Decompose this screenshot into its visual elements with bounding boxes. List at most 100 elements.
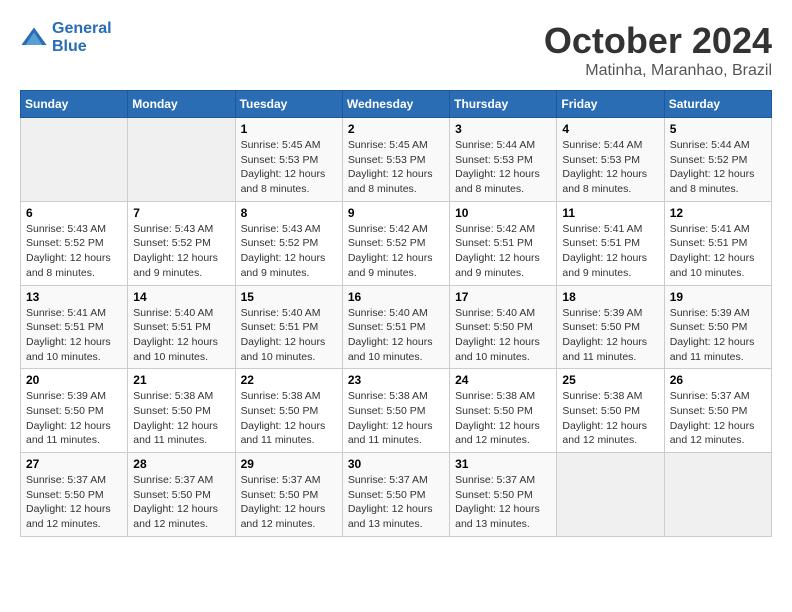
day-number: 3 [455,122,551,136]
calendar-cell: 1 Sunrise: 5:45 AM Sunset: 5:53 PM Daylig… [235,118,342,202]
calendar-cell: 9 Sunrise: 5:42 AM Sunset: 5:52 PM Daylig… [342,201,449,285]
day-number: 29 [241,457,337,471]
day-number: 25 [562,373,658,387]
calendar-cell: 25 Sunrise: 5:38 AM Sunset: 5:50 PM Dayli… [557,369,664,453]
calendar-cell: 22 Sunrise: 5:38 AM Sunset: 5:50 PM Dayli… [235,369,342,453]
month-title: October 2024 [544,20,772,62]
day-info: Sunrise: 5:38 AM Sunset: 5:50 PM Dayligh… [241,389,337,448]
calendar-cell: 17 Sunrise: 5:40 AM Sunset: 5:50 PM Dayli… [450,285,557,369]
day-number: 7 [133,206,229,220]
logo: General Blue [20,20,112,56]
weekday-header: Friday [557,91,664,118]
calendar-week-row: 1 Sunrise: 5:45 AM Sunset: 5:53 PM Daylig… [21,118,772,202]
calendar-cell: 21 Sunrise: 5:38 AM Sunset: 5:50 PM Dayli… [128,369,235,453]
calendar-cell: 24 Sunrise: 5:38 AM Sunset: 5:50 PM Dayli… [450,369,557,453]
calendar-cell: 3 Sunrise: 5:44 AM Sunset: 5:53 PM Daylig… [450,118,557,202]
calendar-cell: 10 Sunrise: 5:42 AM Sunset: 5:51 PM Dayli… [450,201,557,285]
day-info: Sunrise: 5:37 AM Sunset: 5:50 PM Dayligh… [455,473,551,532]
day-number: 2 [348,122,444,136]
day-info: Sunrise: 5:38 AM Sunset: 5:50 PM Dayligh… [348,389,444,448]
day-info: Sunrise: 5:45 AM Sunset: 5:53 PM Dayligh… [241,138,337,197]
calendar-cell [21,118,128,202]
day-info: Sunrise: 5:41 AM Sunset: 5:51 PM Dayligh… [562,222,658,281]
calendar-cell: 12Sunrise: 5:41 AM Sunset: 5:51 PM Dayli… [664,201,771,285]
day-number: 18 [562,290,658,304]
day-number: 31 [455,457,551,471]
weekday-header: Sunday [21,91,128,118]
day-info: Sunrise: 5:37 AM Sunset: 5:50 PM Dayligh… [241,473,337,532]
day-number: 26 [670,373,766,387]
day-number: 1 [241,122,337,136]
day-info: Sunrise: 5:38 AM Sunset: 5:50 PM Dayligh… [455,389,551,448]
day-info: Sunrise: 5:42 AM Sunset: 5:52 PM Dayligh… [348,222,444,281]
calendar-cell [664,453,771,537]
calendar-cell: 23Sunrise: 5:38 AM Sunset: 5:50 PM Dayli… [342,369,449,453]
calendar-cell: 14 Sunrise: 5:40 AM Sunset: 5:51 PM Dayli… [128,285,235,369]
day-number: 19 [670,290,766,304]
day-info: Sunrise: 5:40 AM Sunset: 5:51 PM Dayligh… [133,306,229,365]
weekday-header: Wednesday [342,91,449,118]
day-number: 21 [133,373,229,387]
calendar-cell: 20Sunrise: 5:39 AM Sunset: 5:50 PM Dayli… [21,369,128,453]
calendar-cell: 15 Sunrise: 5:40 AM Sunset: 5:51 PM Dayli… [235,285,342,369]
day-number: 9 [348,206,444,220]
day-number: 14 [133,290,229,304]
day-number: 16 [348,290,444,304]
day-info: Sunrise: 5:37 AM Sunset: 5:50 PM Dayligh… [133,473,229,532]
calendar-week-row: 20Sunrise: 5:39 AM Sunset: 5:50 PM Dayli… [21,369,772,453]
day-info: Sunrise: 5:43 AM Sunset: 5:52 PM Dayligh… [133,222,229,281]
day-number: 5 [670,122,766,136]
calendar-cell: 30 Sunrise: 5:37 AM Sunset: 5:50 PM Dayli… [342,453,449,537]
calendar-week-row: 13Sunrise: 5:41 AM Sunset: 5:51 PM Dayli… [21,285,772,369]
day-info: Sunrise: 5:37 AM Sunset: 5:50 PM Dayligh… [348,473,444,532]
logo-icon [20,24,48,52]
day-info: Sunrise: 5:44 AM Sunset: 5:53 PM Dayligh… [562,138,658,197]
calendar-week-row: 6 Sunrise: 5:43 AM Sunset: 5:52 PM Daylig… [21,201,772,285]
calendar-cell: 18 Sunrise: 5:39 AM Sunset: 5:50 PM Dayli… [557,285,664,369]
title-block: October 2024 Matinha, Maranhao, Brazil [544,20,772,80]
calendar-table: SundayMondayTuesdayWednesdayThursdayFrid… [20,90,772,537]
day-number: 4 [562,122,658,136]
day-info: Sunrise: 5:39 AM Sunset: 5:50 PM Dayligh… [670,306,766,365]
day-info: Sunrise: 5:44 AM Sunset: 5:52 PM Dayligh… [670,138,766,197]
calendar-week-row: 27 Sunrise: 5:37 AM Sunset: 5:50 PM Dayli… [21,453,772,537]
calendar-cell: 29 Sunrise: 5:37 AM Sunset: 5:50 PM Dayli… [235,453,342,537]
day-info: Sunrise: 5:40 AM Sunset: 5:51 PM Dayligh… [348,306,444,365]
day-number: 22 [241,373,337,387]
page-header: General Blue October 2024 Matinha, Maran… [20,20,772,80]
calendar-cell: 26Sunrise: 5:37 AM Sunset: 5:50 PM Dayli… [664,369,771,453]
day-info: Sunrise: 5:38 AM Sunset: 5:50 PM Dayligh… [133,389,229,448]
day-info: Sunrise: 5:38 AM Sunset: 5:50 PM Dayligh… [562,389,658,448]
calendar-cell: 13Sunrise: 5:41 AM Sunset: 5:51 PM Dayli… [21,285,128,369]
day-number: 13 [26,290,122,304]
day-number: 8 [241,206,337,220]
day-info: Sunrise: 5:45 AM Sunset: 5:53 PM Dayligh… [348,138,444,197]
calendar-cell: 6 Sunrise: 5:43 AM Sunset: 5:52 PM Daylig… [21,201,128,285]
day-number: 30 [348,457,444,471]
day-number: 27 [26,457,122,471]
day-info: Sunrise: 5:40 AM Sunset: 5:50 PM Dayligh… [455,306,551,365]
day-info: Sunrise: 5:43 AM Sunset: 5:52 PM Dayligh… [241,222,337,281]
day-info: Sunrise: 5:43 AM Sunset: 5:52 PM Dayligh… [26,222,122,281]
calendar-cell: 27 Sunrise: 5:37 AM Sunset: 5:50 PM Dayli… [21,453,128,537]
day-number: 15 [241,290,337,304]
calendar-cell: 2 Sunrise: 5:45 AM Sunset: 5:53 PM Daylig… [342,118,449,202]
day-info: Sunrise: 5:39 AM Sunset: 5:50 PM Dayligh… [562,306,658,365]
calendar-cell: 11 Sunrise: 5:41 AM Sunset: 5:51 PM Dayli… [557,201,664,285]
day-number: 17 [455,290,551,304]
day-info: Sunrise: 5:42 AM Sunset: 5:51 PM Dayligh… [455,222,551,281]
day-number: 24 [455,373,551,387]
day-number: 6 [26,206,122,220]
day-number: 11 [562,206,658,220]
day-number: 28 [133,457,229,471]
day-info: Sunrise: 5:40 AM Sunset: 5:51 PM Dayligh… [241,306,337,365]
day-info: Sunrise: 5:44 AM Sunset: 5:53 PM Dayligh… [455,138,551,197]
weekday-header: Tuesday [235,91,342,118]
calendar-cell [128,118,235,202]
calendar-cell: 5 Sunrise: 5:44 AM Sunset: 5:52 PM Daylig… [664,118,771,202]
day-number: 10 [455,206,551,220]
location-title: Matinha, Maranhao, Brazil [544,62,772,80]
day-info: Sunrise: 5:41 AM Sunset: 5:51 PM Dayligh… [670,222,766,281]
calendar-cell: 4 Sunrise: 5:44 AM Sunset: 5:53 PM Daylig… [557,118,664,202]
day-info: Sunrise: 5:37 AM Sunset: 5:50 PM Dayligh… [26,473,122,532]
